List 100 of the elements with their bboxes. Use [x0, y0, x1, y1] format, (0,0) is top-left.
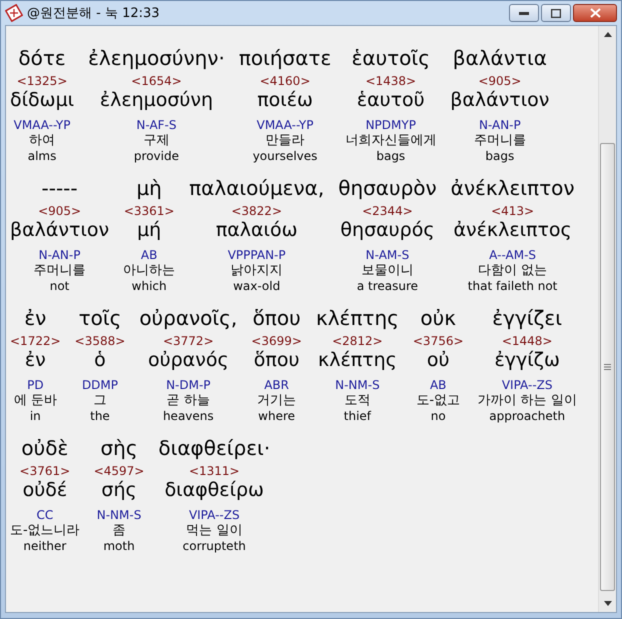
lemma: σής: [101, 478, 137, 502]
greek-word: ἐλεημοσύνην·: [88, 45, 225, 72]
minimize-icon: [519, 11, 529, 15]
english-gloss: heavens: [162, 409, 214, 424]
english-gloss: alms: [28, 149, 56, 164]
korean-gloss: 좀: [112, 522, 126, 539]
strongs-number[interactable]: <1325>: [16, 74, 68, 88]
english-gloss: bags: [376, 149, 406, 164]
parse-code: CC: [36, 508, 54, 522]
lemma: ἐγγίζω: [494, 348, 560, 372]
english-gloss: not: [50, 279, 70, 294]
strongs-number[interactable]: <3772>: [162, 334, 214, 348]
greek-word: βαλάντια: [452, 45, 547, 72]
greek-word: δότε: [18, 45, 66, 72]
strongs-number[interactable]: <1448>: [502, 334, 552, 348]
english-gloss: that faileth not: [468, 279, 558, 294]
lemma: βαλάντιον: [10, 218, 110, 242]
korean-gloss: 아니하는: [123, 262, 176, 279]
maximize-button[interactable]: [541, 4, 571, 22]
korean-gloss: 에 둔바: [14, 392, 57, 409]
strongs-number[interactable]: <1311>: [188, 464, 240, 478]
greek-word: ἀνέκλειπτον: [450, 175, 575, 202]
greek-word: ποιήσατε: [238, 45, 332, 72]
english-gloss: wax-old: [233, 279, 280, 294]
korean-gloss: 그: [93, 392, 106, 409]
strongs-number[interactable]: <4160>: [260, 74, 310, 88]
strongs-number[interactable]: <1722>: [10, 334, 61, 348]
lemma: βαλάντιον: [450, 88, 550, 112]
scroll-thumb[interactable]: [600, 143, 615, 591]
lemma: διαφθείρω: [164, 478, 264, 502]
strongs-number[interactable]: <3756>: [412, 334, 464, 348]
app-icon: [5, 4, 23, 22]
strongs-number[interactable]: <2344>: [362, 204, 413, 218]
english-gloss: approacheth: [489, 409, 566, 424]
lemma: οὐ: [426, 348, 450, 372]
minimize-button[interactable]: [509, 4, 539, 22]
scroll-down-icon[interactable]: [604, 601, 612, 606]
english-gloss: yourselves: [252, 149, 318, 164]
korean-gloss: 도-없고: [416, 392, 460, 409]
parse-code: AB: [430, 378, 446, 392]
parse-code: N-DM-P: [166, 378, 211, 392]
lemma: ὁ: [94, 348, 106, 372]
parse-code: ABR: [264, 378, 289, 392]
strongs-number[interactable]: <4597>: [94, 464, 144, 478]
greek-word: κλέπτης: [316, 305, 399, 332]
greek-word: -----: [42, 175, 78, 202]
grip-icon: [604, 364, 611, 370]
parse-code: N-AF-S: [136, 118, 177, 132]
greek-word: οὐδὲ: [21, 435, 68, 462]
korean-gloss: 도적: [344, 392, 370, 409]
lemma: ἐλεημοσύνη: [100, 88, 214, 112]
korean-gloss: 구제: [143, 132, 170, 149]
strongs-number[interactable]: <2812>: [332, 334, 383, 348]
parse-code: A--AM-S: [489, 248, 536, 262]
scrollbar[interactable]: [598, 26, 616, 612]
english-gloss: the: [90, 409, 110, 424]
greek-word: διαφθείρει·: [158, 435, 270, 462]
strongs-number[interactable]: <905>: [478, 74, 522, 88]
lemma: ἐν: [24, 348, 46, 372]
lemma: μή: [137, 218, 162, 242]
parse-code: VIPA--ZS: [502, 378, 552, 392]
strongs-number[interactable]: <1438>: [365, 74, 416, 88]
greek-word: ἐν: [24, 305, 46, 332]
greek-word: ἐγγίζει: [492, 305, 562, 332]
lemma: κλέπτης: [318, 348, 397, 372]
greek-word: μὴ: [136, 175, 162, 202]
parse-code: VPPPAN-P: [228, 248, 286, 262]
strongs-number[interactable]: <3699>: [251, 334, 302, 348]
strongs-number[interactable]: <3361>: [124, 204, 174, 218]
korean-gloss: 가까이 하는 일이: [478, 392, 577, 409]
korean-gloss: 도-없느니라: [10, 522, 80, 539]
parse-code: N-NM-S: [96, 508, 142, 522]
strongs-number[interactable]: <3588>: [74, 334, 126, 348]
strongs-number[interactable]: <3761>: [20, 464, 70, 478]
lemma: ἑαυτοῦ: [356, 88, 425, 112]
parse-code: VMAA--YP: [14, 118, 70, 132]
english-gloss: no: [430, 409, 446, 424]
greek-word: οὐρανοῖς,: [139, 305, 238, 332]
strongs-number[interactable]: <3822>: [231, 204, 282, 218]
english-gloss: where: [258, 409, 296, 424]
parse-code: NPDMYP: [366, 118, 416, 132]
close-button[interactable]: [573, 4, 617, 22]
korean-gloss: 너희자신들에게: [345, 132, 436, 149]
parse-code: VIPA--ZS: [188, 508, 240, 522]
korean-gloss: 보물이니: [361, 262, 414, 279]
english-gloss: bags: [485, 149, 514, 164]
scroll-up-icon[interactable]: [604, 32, 612, 37]
maximize-icon: [551, 8, 561, 18]
lemma: οὐδέ: [22, 478, 68, 502]
strongs-number[interactable]: <413>: [491, 204, 534, 218]
strongs-number[interactable]: <905>: [38, 204, 82, 218]
english-gloss: in: [30, 409, 41, 424]
korean-gloss: 먹는 일이: [186, 522, 242, 539]
greek-word: σὴς: [100, 435, 138, 462]
english-gloss: a treasure: [356, 279, 418, 294]
english-gloss: moth: [103, 539, 135, 554]
english-gloss: corrupteth: [182, 539, 246, 554]
strongs-number[interactable]: <1654>: [131, 74, 182, 88]
greek-word: οὐκ: [420, 305, 456, 332]
close-icon: [590, 8, 600, 18]
